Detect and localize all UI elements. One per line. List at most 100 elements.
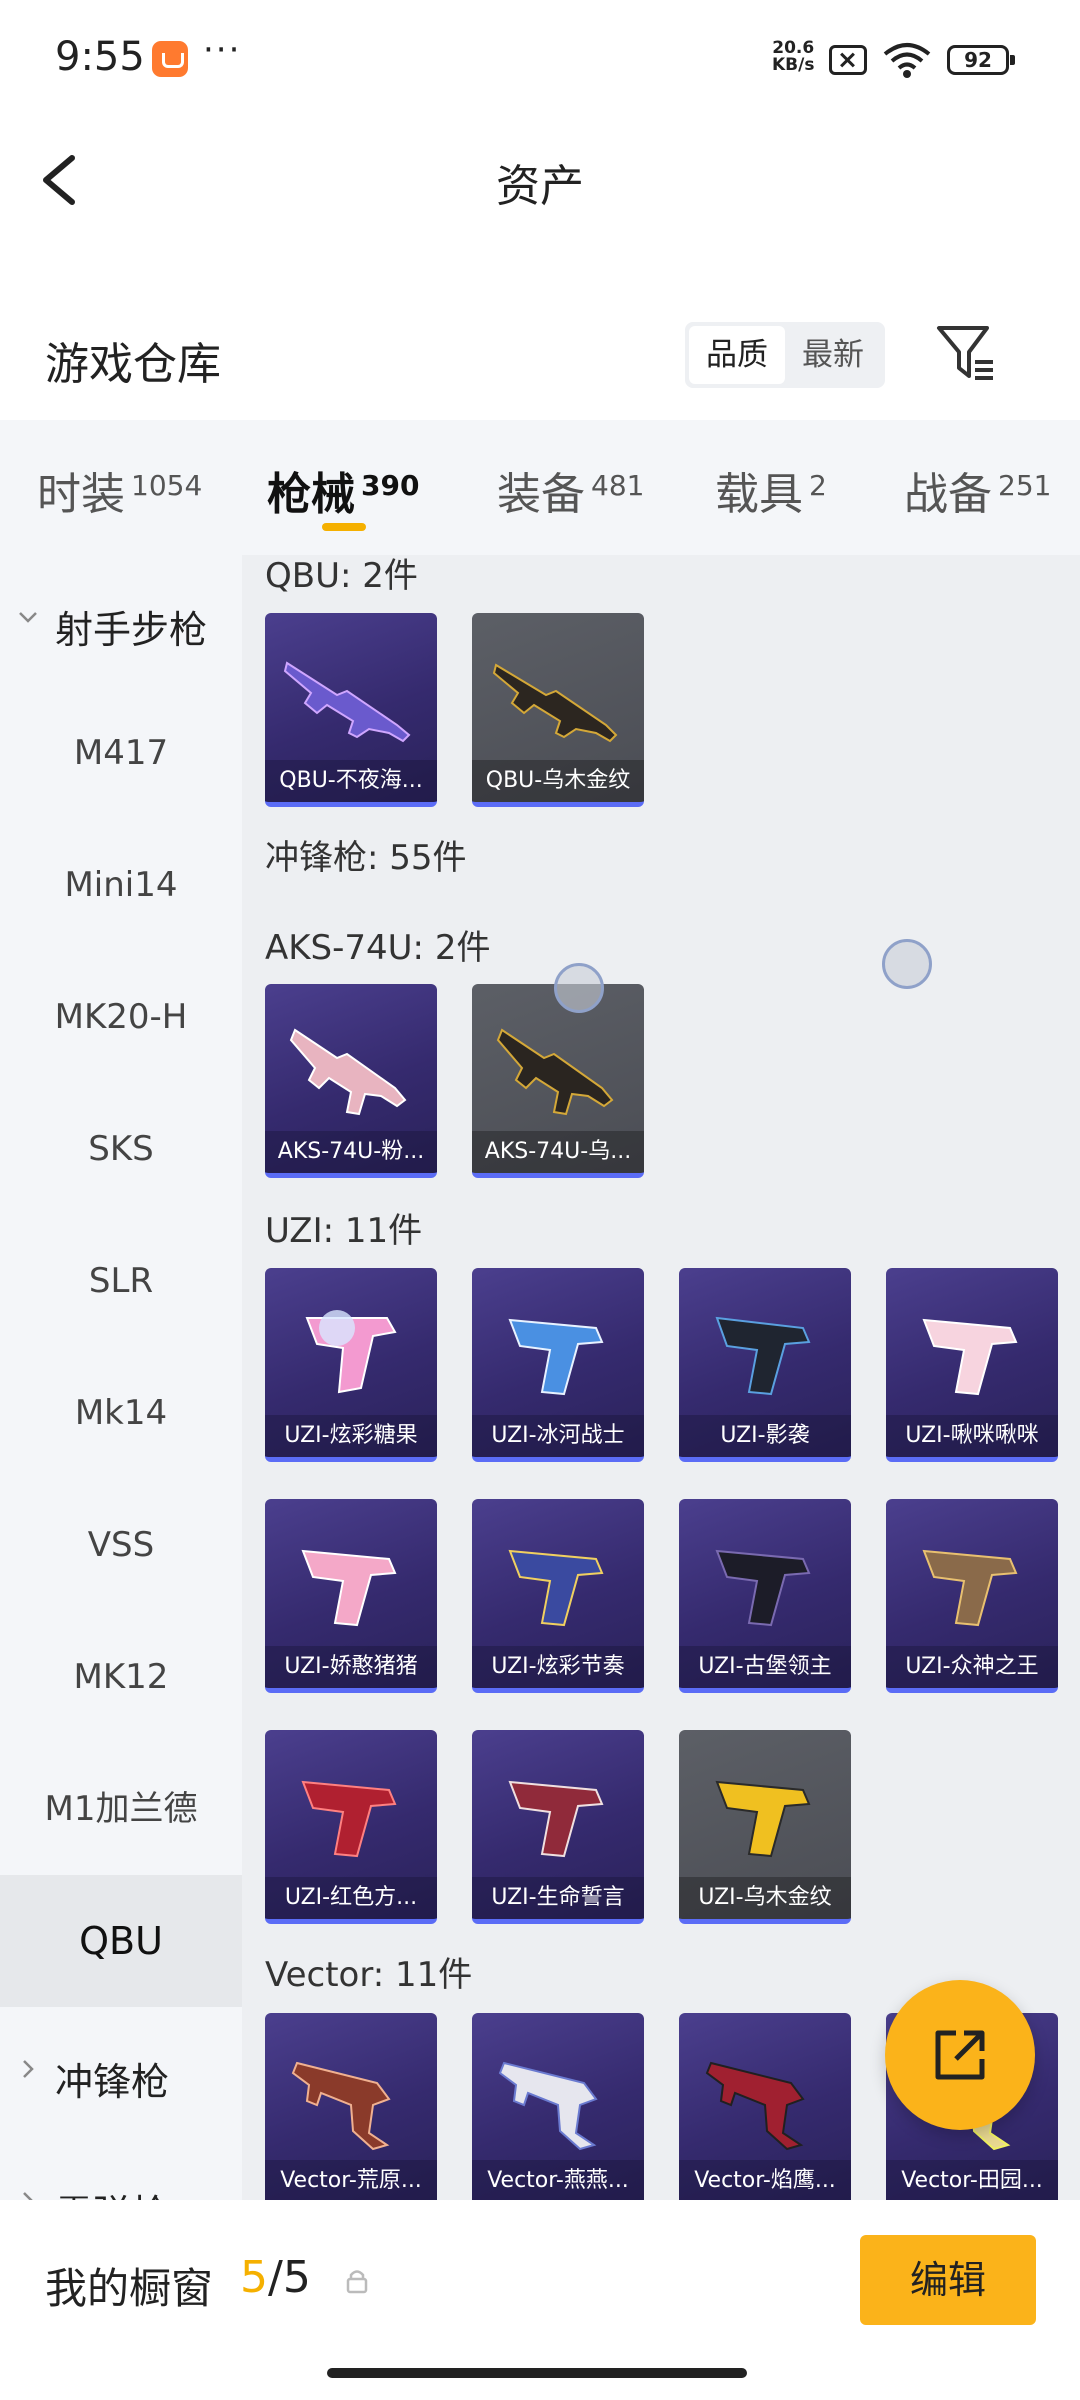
tab-fashion[interactable]: 时装 1054 [37,458,202,528]
item-card[interactable]: Vector-燕燕... [472,2013,644,2200]
pistol-icon [301,1780,397,1858]
active-tab-indicator [322,523,366,531]
tab-label: 枪械 [267,469,355,520]
sidebar-group-label: 冲锋枪 [55,2060,170,2104]
smg-icon [291,2061,391,2151]
tab-equipment[interactable]: 装备 481 [497,458,644,528]
item-card[interactable]: Vector-荒原... [265,2013,437,2200]
card-name: UZI-众神之王 [886,1646,1058,1688]
pistol-icon [301,1549,397,1627]
tab-label: 时装 [37,469,125,520]
pistol-icon [508,1780,604,1858]
edit-button[interactable]: 编辑 [860,2235,1036,2325]
pistol-icon [715,1780,811,1858]
tab-count: 2 [809,469,827,502]
card-name: Vector-田园... [886,2160,1058,2200]
showcase-total: 5 [282,2252,311,2303]
rifle-icon [492,663,618,743]
card-name: AKS-74U-乌... [472,1131,644,1173]
showcase-count: 5/5 [240,2252,311,2303]
sidebar-item[interactable]: M1加兰德 [0,1743,242,1875]
showcase-label: 我的橱窗 [45,2264,214,2313]
rifle-icon [496,1028,614,1116]
group-label-uzi: UZI: 11件 [265,1211,423,1251]
tab-vehicles[interactable]: 载具 2 [715,458,827,528]
item-card[interactable]: UZI-娇憨猪猪 [265,1499,437,1693]
touch-indicator [554,963,604,1013]
tab-label: 装备 [497,469,585,520]
sidebar-group-label: 射手步枪 [55,608,208,652]
group-label-qbu: QBU: 2件 [265,556,418,596]
sidebar-item[interactable]: MK12 [0,1611,242,1743]
item-card[interactable]: QBU-乌木金纹 [472,613,644,807]
network-speed: 20.6 KB/s [772,40,814,74]
card-name: UZI-炫彩糖果 [265,1415,437,1457]
sidebar-item[interactable]: MK20-H [0,951,242,1083]
item-card[interactable]: UZI-影袭 [679,1268,851,1462]
sidebar-item[interactable]: Mini14 [0,819,242,951]
item-card[interactable]: UZI-冰河战士 [472,1268,644,1462]
wifi-icon [883,43,931,78]
sort-newest-button[interactable]: 最新 [785,326,881,384]
card-name: UZI-娇憨猪猪 [265,1646,437,1688]
sidebar-item-qbu[interactable]: QBU [0,1875,242,2007]
sidebar-item[interactable]: SKS [0,1083,242,1215]
item-card[interactable]: UZI-生命誓言 [472,1730,644,1924]
item-card[interactable]: UZI-古堡领主 [679,1499,851,1693]
tab-firearms[interactable]: 枪械 390 [267,458,419,528]
tab-label: 战备 [904,469,992,520]
lock-icon [346,2270,368,2294]
card-name: UZI-冰河战士 [472,1415,644,1457]
status-time: 9:55 [55,34,145,80]
item-card[interactable]: QBU-不夜海... [265,613,437,807]
card-name: UZI-乌木金纹 [679,1877,851,1919]
item-card[interactable]: UZI-炫彩节奏 [472,1499,644,1693]
chevron-right-icon [23,2060,34,2078]
item-card[interactable]: UZI-红色方... [265,1730,437,1924]
card-name: QBU-乌木金纹 [472,760,644,802]
card-name: UZI-啾咪啾咪 [886,1415,1058,1457]
item-card[interactable]: Vector-焰鹰... [679,2013,851,2200]
item-card[interactable]: UZI-啾咪啾咪 [886,1268,1058,1462]
share-button[interactable] [885,1980,1035,2130]
sort-quality-button[interactable]: 品质 [689,326,785,384]
sidebar-item[interactable]: M417 [0,687,242,819]
sidebar-group-marksman[interactable]: 射手步枪 [0,555,242,687]
network-speed-unit: KB/s [772,55,815,75]
smg-icon [705,2061,805,2151]
battery-icon: 92 [947,45,1015,75]
sidebar-item[interactable]: Mk14 [0,1347,242,1479]
tab-count: 251 [998,469,1052,502]
share-icon [935,2030,985,2080]
card-name: UZI-红色方... [265,1877,437,1919]
filter-icon[interactable] [935,320,995,386]
card-name: AKS-74U-粉... [265,1131,437,1173]
home-indicator[interactable] [327,2368,747,2378]
tab-label: 载具 [715,469,803,520]
pistol-icon [922,1318,1018,1396]
sidebar-item[interactable]: VSS [0,1479,242,1611]
tab-battle-gear[interactable]: 战备 251 [904,458,1051,528]
app-notification-icon [152,41,188,77]
more-notifications-icon: ··· [203,30,242,70]
card-name: UZI-影袭 [679,1415,851,1457]
group-label-vector: Vector: 11件 [265,1955,473,1995]
group-label-aks: AKS-74U: 2件 [265,928,491,968]
card-name: QBU-不夜海... [265,760,437,802]
header: 资产 [0,120,1080,240]
item-card[interactable]: AKS-74U-粉... [265,984,437,1178]
item-card[interactable]: UZI-炫彩糖果 [265,1268,437,1462]
section-title: 游戏仓库 [45,339,221,390]
weapon-type-sidebar: 射手步枪 M417 Mini14 MK20-H SKS SLR Mk14 VSS… [0,555,242,2236]
sidebar-item[interactable]: SLR [0,1215,242,1347]
item-card[interactable]: AKS-74U-乌... [472,984,644,1178]
pistol-icon [508,1549,604,1627]
pistol-icon [508,1318,604,1396]
sidebar-group-smg[interactable]: 冲锋枪 [0,2007,242,2139]
pistol-icon [715,1316,811,1396]
item-card[interactable]: UZI-众神之王 [886,1499,1058,1693]
item-card[interactable]: UZI-乌木金纹 [679,1730,851,1924]
smg-icon [498,2061,598,2151]
pistol-icon [922,1549,1018,1627]
group-label-smg: 冲锋枪: 55件 [265,838,467,878]
